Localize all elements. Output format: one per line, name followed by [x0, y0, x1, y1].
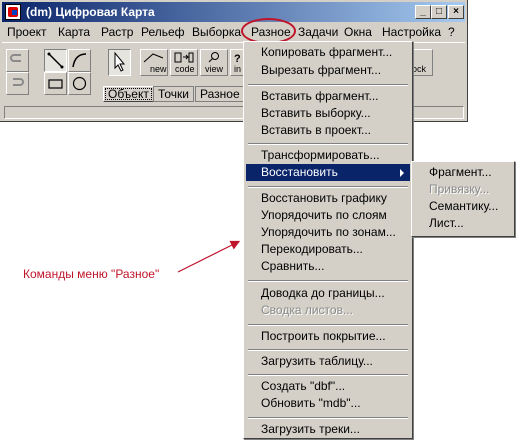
annotation-arrow-icon — [177, 240, 241, 273]
